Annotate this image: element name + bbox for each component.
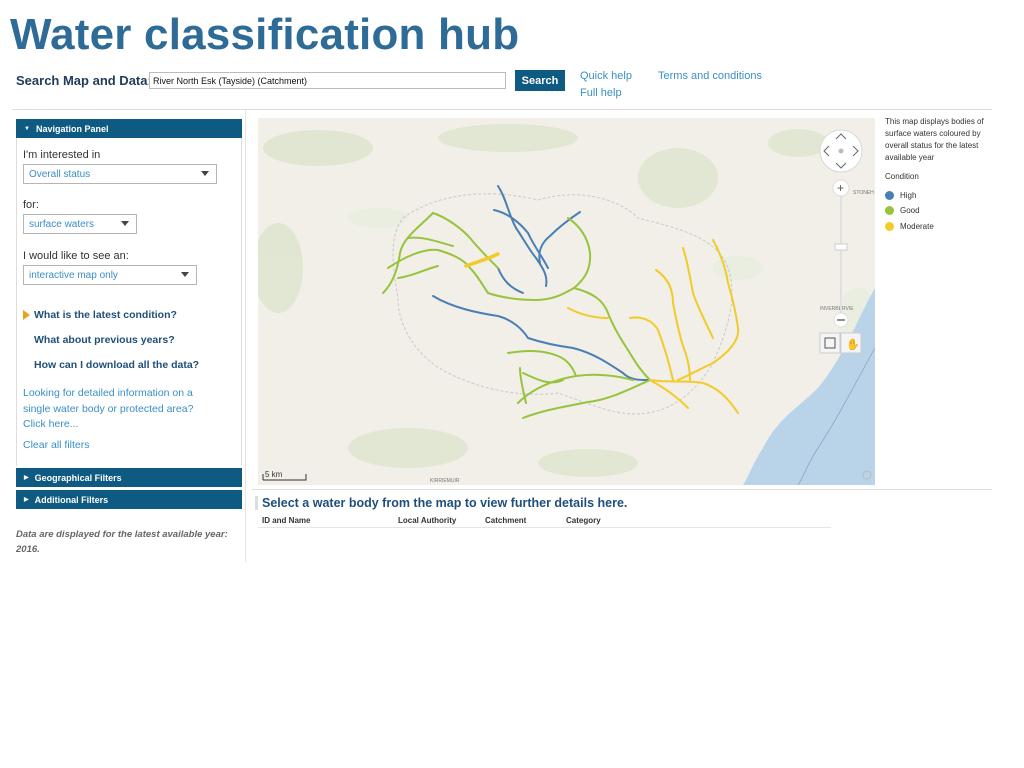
column-header-catchment[interactable]: Catchment: [485, 516, 526, 525]
geographical-filters-title: Geographical Filters: [34, 472, 122, 483]
legend-label-good: Good: [900, 206, 920, 215]
see-select-value: interactive map only: [29, 269, 118, 281]
full-help-link[interactable]: Full help: [580, 87, 622, 99]
details-message: Select a water body from the map to view…: [255, 496, 627, 510]
table-header-rule: [258, 527, 831, 528]
legend-line-1: This map displays bodies of: [885, 117, 984, 126]
legend-item-good: Good: [885, 206, 920, 215]
detailed-info-line-2: single water body or protected area?: [23, 402, 194, 415]
dropdown-caret-icon: [201, 171, 209, 176]
additional-filters-title: Additional Filters: [34, 494, 109, 505]
legend-swatch-good: [885, 206, 894, 215]
data-note-line-1: Data are displayed for the latest availa…: [16, 529, 228, 540]
download-data-link[interactable]: How can I download all the data?: [34, 359, 199, 371]
search-label: Search Map and Data:: [16, 73, 152, 88]
navigation-panel-title: Navigation Panel: [35, 123, 109, 134]
see-select[interactable]: interactive map only: [23, 265, 197, 285]
scale-label: 5 km: [265, 470, 283, 479]
data-note-line-2: 2016.: [16, 544, 40, 555]
town-label: INVERBERVIE: [820, 306, 854, 312]
detailed-info-line-1: Looking for detailed information on a: [23, 387, 193, 399]
legend-line-3: overall status for the latest: [885, 141, 979, 150]
legend-line-4: available year: [885, 153, 935, 162]
interested-select[interactable]: Overall status: [23, 164, 217, 184]
interested-label: I'm interested in: [23, 149, 101, 161]
active-arrow-icon: [23, 310, 30, 320]
hand-icon: ✋: [846, 338, 860, 351]
interactive-map[interactable]: 5 km KIRRIEMUIR STONEH INVERBERVIE + ✋: [258, 118, 875, 485]
see-label: I would like to see an:: [23, 250, 129, 262]
legend-label-high: High: [900, 191, 917, 200]
legend-line-2: surface waters coloured by: [885, 129, 981, 138]
column-header-category[interactable]: Category: [566, 516, 601, 525]
map-tools[interactable]: ✋: [819, 332, 862, 354]
pan-control[interactable]: [819, 129, 863, 173]
for-label: for:: [23, 199, 39, 211]
pan-center-icon: [838, 148, 844, 154]
zoom-slider-handle: [834, 243, 848, 251]
panel-separator: [245, 110, 246, 562]
navigation-panel-header[interactable]: ▼ Navigation Panel: [16, 119, 242, 138]
legend-title: Condition: [885, 172, 919, 181]
dropdown-caret-icon: [181, 272, 189, 277]
town-label: KIRRIEMUIR: [430, 478, 460, 484]
previous-years-link[interactable]: What about previous years?: [34, 334, 175, 346]
geographical-filters-header[interactable]: ▶ Geographical Filters: [16, 468, 242, 487]
terms-link[interactable]: Terms and conditions: [658, 70, 762, 82]
legend-label-moderate: Moderate: [900, 222, 934, 231]
details-divider: [252, 489, 992, 490]
expand-triangle-icon: ▶: [24, 475, 29, 481]
detailed-info-link[interactable]: Looking for detailed information on a si…: [23, 386, 193, 433]
header-divider: [12, 109, 992, 110]
for-select[interactable]: surface waters: [23, 214, 137, 234]
quick-help-link[interactable]: Quick help: [580, 70, 632, 82]
legend-item-high: High: [885, 191, 916, 200]
interested-select-value: Overall status: [29, 168, 91, 180]
for-select-value: surface waters: [29, 218, 95, 230]
map-canvas[interactable]: 5 km KIRRIEMUIR STONEH INVERBERVIE + ✋: [258, 118, 875, 485]
column-header-local-authority[interactable]: Local Authority: [398, 516, 456, 525]
legend-description: This map displays bodies of surface wate…: [885, 116, 995, 164]
box-select-button: [819, 332, 841, 354]
clear-filters-link[interactable]: Clear all filters: [23, 438, 90, 454]
latest-condition-link[interactable]: What is the latest condition?: [34, 309, 177, 321]
legend-swatch-high: [885, 191, 894, 200]
expand-triangle-icon: ▶: [24, 497, 29, 503]
additional-filters-header[interactable]: ▶ Additional Filters: [16, 490, 242, 509]
town-label: STONEH: [853, 190, 874, 196]
legend-item-moderate: Moderate: [885, 222, 934, 231]
zoom-in-icon: +: [837, 181, 844, 195]
column-header-id-name[interactable]: ID and Name: [262, 516, 310, 525]
search-button[interactable]: Search: [515, 70, 565, 91]
data-note: Data are displayed for the latest availa…: [16, 527, 242, 557]
search-input[interactable]: [149, 72, 506, 89]
collapse-triangle-icon: ▼: [24, 125, 30, 132]
dropdown-caret-icon: [121, 221, 129, 226]
detailed-info-line-3: Click here...: [23, 418, 79, 430]
legend-swatch-moderate: [885, 222, 894, 231]
page-title: Water classification hub: [10, 10, 520, 59]
